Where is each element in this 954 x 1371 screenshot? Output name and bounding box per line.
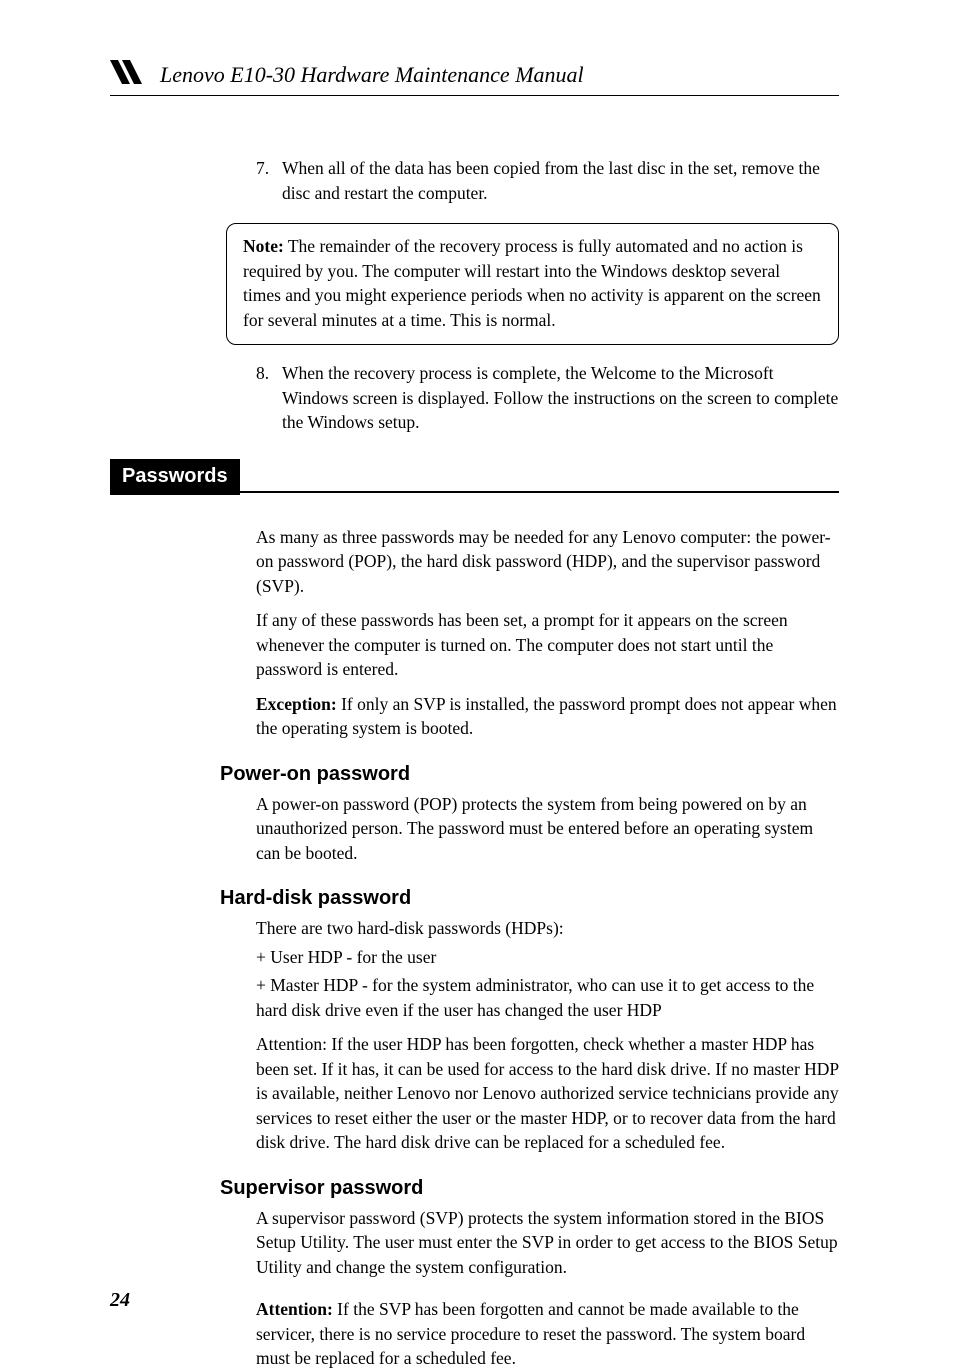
step-number: 7. (256, 156, 282, 205)
section-label: Passwords (110, 459, 240, 495)
note-label: Note: (243, 236, 284, 256)
step-text: When all of the data has been copied fro… (282, 156, 839, 205)
step-number: 8. (256, 361, 282, 435)
passwords-intro-2: If any of these passwords has been set, … (256, 608, 839, 682)
hard-disk-line2: + User HDP - for the user (256, 945, 839, 970)
page-header: Lenovo E10-30 Hardware Maintenance Manua… (110, 60, 839, 96)
passwords-intro-1: As many as three passwords may be needed… (256, 525, 839, 599)
note-text: The remainder of the recovery process is… (243, 236, 821, 330)
section-rule (240, 459, 839, 493)
step-8: 8. When the recovery process is complete… (256, 361, 839, 435)
step-7: 7. When all of the data has been copied … (256, 156, 839, 205)
section-heading-passwords: Passwords (110, 459, 839, 495)
supervisor-text1: A supervisor password (SVP) protects the… (256, 1206, 839, 1280)
attention-text: If the SVP has been forgotten and cannot… (256, 1299, 805, 1368)
page-number: 24 (110, 1289, 130, 1312)
hard-disk-line1: There are two hard-disk passwords (HDPs)… (256, 916, 839, 941)
attention-label: Attention: (256, 1299, 333, 1319)
subheading-hard-disk: Hard-disk password (220, 887, 839, 910)
hard-disk-line3: + Master HDP - for the system administra… (256, 973, 839, 1022)
passwords-exception: Exception: If only an SVP is installed, … (256, 692, 839, 741)
note-box: Note: The remainder of the recovery proc… (226, 223, 839, 345)
header-stripes-icon (110, 60, 148, 89)
subheading-power-on: Power-on password (220, 763, 839, 786)
power-on-text: A power-on password (POP) protects the s… (256, 792, 839, 866)
supervisor-attention: Attention: If the SVP has been forgotten… (256, 1297, 839, 1371)
exception-text: If only an SVP is installed, the passwor… (256, 694, 837, 739)
step-text: When the recovery process is complete, t… (282, 361, 839, 435)
header-title: Lenovo E10-30 Hardware Maintenance Manua… (160, 62, 584, 88)
page-content: 7. When all of the data has been copied … (110, 156, 839, 1371)
exception-label: Exception: (256, 694, 337, 714)
subheading-supervisor: Supervisor password (220, 1177, 839, 1200)
hard-disk-line4: Attention: If the user HDP has been forg… (256, 1032, 839, 1155)
